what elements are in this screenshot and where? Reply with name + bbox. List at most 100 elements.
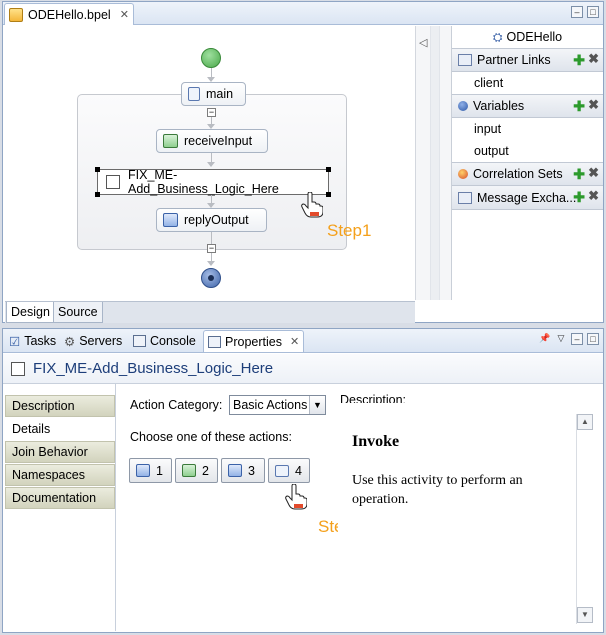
maximize-icon[interactable]: □ (587, 6, 599, 18)
window-controls: – □ (571, 6, 599, 18)
collapse-icon[interactable]: − (207, 108, 216, 117)
tab-servers[interactable]: ⚙ Servers (60, 330, 126, 352)
resize-handle[interactable] (95, 192, 100, 197)
pin-icon[interactable]: 📌 (539, 333, 551, 345)
assign-icon (275, 464, 289, 477)
partner-link-client[interactable]: client (452, 72, 603, 94)
sidebar-item-join-behavior[interactable]: Join Behavior (5, 441, 115, 463)
tab-properties[interactable]: Properties ✕ (203, 330, 305, 352)
editor-splitter[interactable]: ◁ (415, 26, 451, 300)
reply-label: replyOutput (184, 213, 249, 227)
collapse-left-icon[interactable]: ◁ (419, 36, 427, 49)
choose-actions-label: Choose one of these actions: (130, 430, 292, 444)
main-sequence-node[interactable]: main (181, 82, 246, 106)
action-button-3[interactable]: 3 (221, 458, 265, 483)
properties-sidebar: Description Details Join Behavior Namesp… (5, 395, 115, 631)
editor-tab-odehello[interactable]: ODEHello.bpel ✕ (4, 3, 134, 25)
action-category-select[interactable]: Basic Actions ▼ (229, 395, 326, 415)
tab-tasks[interactable]: ☑ Tasks (5, 330, 60, 352)
fixme-activity-node[interactable]: FIX_ME-Add_Business_Logic_Here (97, 168, 329, 196)
sequence-icon (188, 87, 200, 101)
partner-link-icon (458, 54, 472, 66)
process-icon: ⛭ (492, 29, 503, 44)
add-icon[interactable]: ✚ (573, 190, 585, 204)
reply-activity-icon (163, 213, 178, 227)
process-palette: ⛭ ODEHello Partner Links ✚ ✖ client Vari… (451, 26, 603, 300)
view-menu-icon[interactable]: ▽ (555, 333, 567, 345)
close-icon[interactable]: ✕ (120, 8, 129, 21)
add-icon[interactable]: ✚ (573, 167, 585, 181)
sidebar-divider (115, 384, 116, 631)
correlation-sets-header[interactable]: Correlation Sets ✚ ✖ (452, 162, 603, 186)
variable-input[interactable]: input (452, 118, 603, 140)
minimize-icon[interactable]: – (571, 333, 583, 345)
add-icon[interactable]: ✚ (573, 99, 585, 113)
tab-source[interactable]: Source (53, 302, 103, 323)
process-canvas[interactable]: main − receiveInput FIX_ME-Add_Business_… (5, 26, 415, 300)
description-scrollbar[interactable]: ▲ ▼ (576, 414, 593, 624)
variables-label: Variables (473, 99, 525, 113)
splitter-bar[interactable] (430, 26, 440, 300)
properties-title: FIX_ME-Add_Business_Logic_Here (33, 360, 274, 377)
scroll-down-icon[interactable]: ▼ (577, 607, 593, 623)
add-icon[interactable]: ✚ (573, 53, 585, 67)
action-button-4[interactable]: 4 (268, 458, 310, 483)
fixme-label: FIX_ME-Add_Business_Logic_Here (128, 168, 279, 196)
reply-output-node[interactable]: replyOutput (156, 208, 267, 232)
partner-links-header[interactable]: Partner Links ✚ ✖ (452, 48, 603, 72)
message-exchange-icon (458, 191, 472, 204)
hand-cursor-icon (301, 192, 323, 218)
action-category-label: Action Category: (130, 398, 223, 412)
receive-activity-icon (163, 134, 178, 148)
console-icon (133, 335, 146, 347)
tab-console[interactable]: Console (129, 330, 200, 352)
maximize-icon[interactable]: □ (587, 333, 599, 345)
reply-icon (228, 464, 242, 477)
delete-icon[interactable]: ✖ (588, 189, 599, 203)
action-button-2[interactable]: 2 (175, 458, 218, 483)
description-title: Invoke (352, 433, 400, 450)
variables-header[interactable]: Variables ✚ ✖ (452, 94, 603, 118)
start-node-icon[interactable] (201, 48, 221, 68)
end-node-icon[interactable] (201, 268, 221, 288)
close-icon[interactable]: ✕ (290, 335, 299, 348)
variable-output[interactable]: output (452, 140, 603, 162)
editor-tab-bar: ODEHello.bpel ✕ – □ (3, 2, 603, 25)
scroll-up-icon[interactable]: ▲ (577, 414, 593, 430)
delete-icon[interactable]: ✖ (588, 166, 599, 180)
chevron-down-icon[interactable]: ▼ (309, 396, 325, 414)
receive-input-node[interactable]: receiveInput (156, 129, 268, 153)
servers-icon: ⚙ (64, 334, 76, 349)
sidebar-item-details[interactable]: Details (5, 418, 115, 440)
delete-icon[interactable]: ✖ (588, 98, 599, 112)
delete-icon[interactable]: ✖ (588, 52, 599, 66)
sidebar-item-description[interactable]: Description (5, 395, 115, 417)
empty-activity-icon (106, 175, 120, 189)
editor-bottom-tabs: Design Source (5, 301, 415, 323)
resize-handle[interactable] (326, 167, 331, 172)
main-label: main (206, 87, 234, 101)
tab-design[interactable]: Design (6, 302, 55, 323)
properties-icon (208, 335, 221, 348)
sidebar-item-documentation[interactable]: Documentation (5, 487, 115, 509)
view-controls: 📌 ▽ – □ (539, 333, 599, 345)
collapse-icon[interactable]: − (207, 244, 216, 253)
message-exchanges-header[interactable]: Message Excha... ✚ ✖ (452, 186, 603, 210)
description-text: Use this activity to perform an operatio… (352, 473, 523, 507)
minimize-icon[interactable]: – (571, 6, 583, 18)
correlation-sets-label: Correlation Sets (473, 167, 563, 181)
receive-icon (182, 464, 196, 477)
resize-handle[interactable] (326, 192, 331, 197)
action-button-1[interactable]: 1 (129, 458, 172, 483)
editor-tab-label: ODEHello.bpel (28, 7, 111, 22)
correlation-icon (458, 169, 468, 179)
step1-annotation: Step1 (327, 221, 372, 240)
sidebar-item-namespaces[interactable]: Namespaces (5, 464, 115, 486)
properties-window: ☑ Tasks ⚙ Servers Console Properties ✕ 📌… (2, 328, 604, 633)
properties-title-bar: FIX_ME-Add_Business_Logic_Here (3, 354, 603, 384)
message-exchanges-label: Message Excha... (477, 190, 577, 205)
resize-handle[interactable] (95, 167, 100, 172)
palette-title: ODEHello (506, 30, 563, 44)
receive-label: receiveInput (184, 134, 253, 148)
description-panel: Invoke Use this activity to perform an o… (338, 403, 595, 625)
